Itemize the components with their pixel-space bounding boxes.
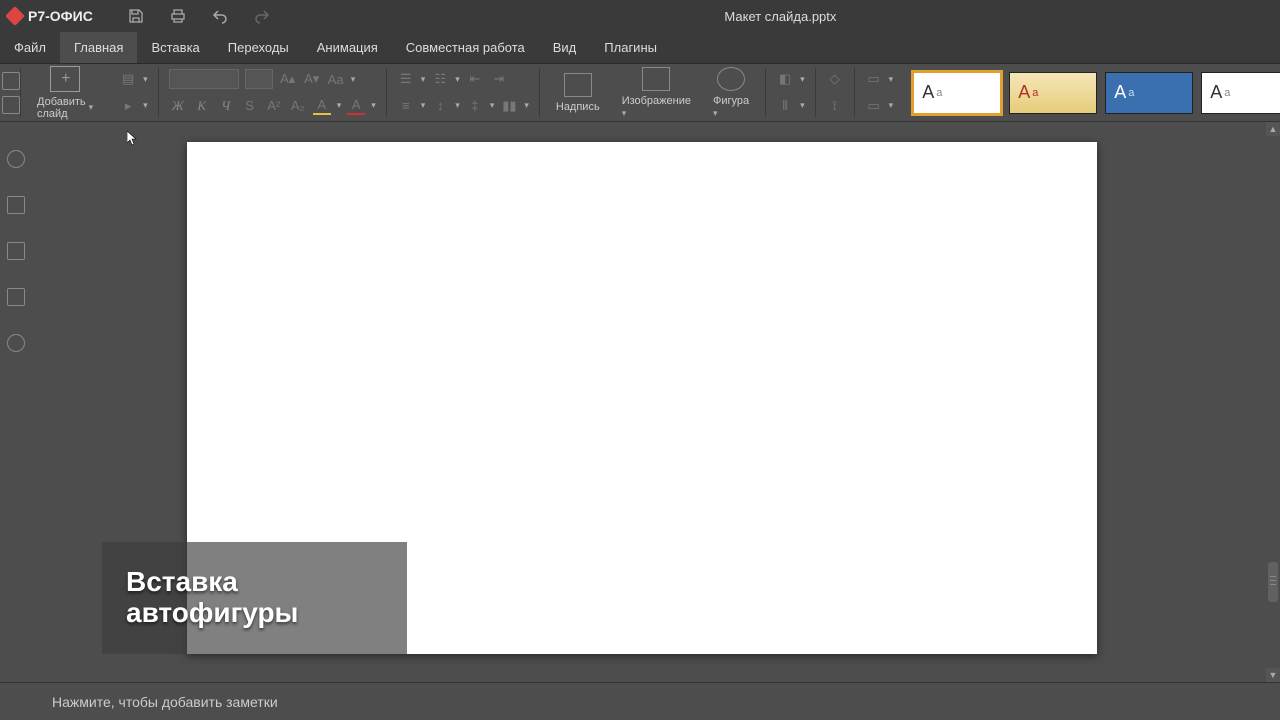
document-title: Макет слайда.pptx (724, 9, 836, 24)
font-size-combo[interactable] (245, 69, 273, 89)
info-icon[interactable] (7, 334, 25, 352)
bullets-icon[interactable]: ☰ (397, 70, 415, 88)
textbox-button[interactable]: Надпись (550, 73, 606, 113)
add-slide-button[interactable]: Добавить слайд▾ (31, 66, 99, 120)
mouse-cursor (127, 131, 139, 152)
chat-icon[interactable] (7, 288, 25, 306)
menu-view[interactable]: Вид (539, 32, 591, 63)
edit-group: ◇ ⟟ (815, 68, 854, 117)
ribbon: Добавить слайд▾ ▤▾ ▸▾ A▴ A▾ Aa▾ Ж К Ч S … (0, 64, 1280, 122)
shape-button[interactable]: Фигура ▾ (707, 67, 755, 119)
scroll-down-icon[interactable]: ▼ (1266, 668, 1280, 682)
theme-thumb-2[interactable]: Aa (1009, 72, 1097, 114)
overlay-line-2: автофигуры (126, 598, 383, 629)
font-group: A▴ A▾ Aa▾ Ж К Ч S A² A₂ A▾ A▾ (158, 68, 386, 117)
valign-icon[interactable]: ↕ (431, 97, 449, 115)
image-button[interactable]: Изображение ▾ (616, 67, 697, 119)
menu-plugins[interactable]: Плагины (590, 32, 671, 63)
logo-icon (5, 6, 25, 26)
menu-file[interactable]: Файл (0, 32, 60, 63)
insert-group: Надпись Изображение ▾ Фигура ▾ (539, 68, 765, 117)
scrollbar-thumb[interactable] (1268, 562, 1278, 602)
paragraph-group: ☰▾ ☷▾ ⇤ ⇥ ≡▾ ↕▾ ‡▾ ▮▮▾ (386, 68, 539, 117)
increase-font-icon[interactable]: A▴ (279, 70, 297, 88)
strike-icon[interactable]: S (241, 97, 259, 115)
menu-insert[interactable]: Вставка (137, 32, 213, 63)
undo-icon[interactable] (211, 7, 229, 25)
slide-group: Добавить слайд▾ (20, 68, 109, 117)
notes-pane[interactable]: Нажмите, чтобы добавить заметки (0, 682, 1280, 720)
slide-size-icon[interactable]: ▭ (865, 70, 883, 88)
textbox-icon (564, 73, 592, 97)
search-icon[interactable] (7, 150, 25, 168)
menu-home[interactable]: Главная (60, 32, 137, 63)
canvas-area: ▲ Вставка автофигуры ▼ (32, 122, 1280, 682)
subscript-icon[interactable]: A₂ (289, 97, 307, 115)
layout-group: ▤ ▾ ▸ ▾ (109, 68, 158, 117)
slides-panel-icon[interactable] (7, 196, 25, 214)
menu-bar: Файл Главная Вставка Переходы Анимация С… (0, 32, 1280, 64)
app-logo: Р7-ОФИС (8, 8, 93, 24)
numbering-icon[interactable]: ☷ (431, 70, 449, 88)
print-icon[interactable] (169, 7, 187, 25)
layout-icon[interactable]: ▤ (119, 70, 137, 88)
workspace: ▲ Вставка автофигуры ▼ (0, 122, 1280, 682)
bold-icon[interactable]: Ж (169, 97, 187, 115)
format-painter-icon[interactable]: ⟟ (826, 97, 844, 115)
line-spacing-icon[interactable]: ‡ (466, 97, 484, 115)
app-name: Р7-ОФИС (28, 8, 93, 24)
indent-icon[interactable]: ⇥ (490, 70, 508, 88)
change-case-icon[interactable]: Aa (327, 70, 345, 88)
theme-thumb-1[interactable]: Aa (913, 72, 1001, 114)
columns-icon[interactable]: ▮▮ (500, 97, 518, 115)
highlight-icon[interactable]: A (313, 97, 331, 115)
scroll-up-icon[interactable]: ▲ (1266, 122, 1280, 136)
font-color-icon[interactable]: A (347, 97, 365, 115)
add-slide-icon (50, 66, 80, 92)
title-bar: Р7-ОФИС Макет слайда.pptx (0, 0, 1280, 32)
theme-thumb-4[interactable]: Aa (1201, 72, 1280, 114)
theme-gallery: Aa Aa Aa Aa (903, 68, 1280, 117)
menu-transitions[interactable]: Переходы (214, 32, 303, 63)
image-label: Изображение (622, 95, 691, 107)
italic-icon[interactable]: К (193, 97, 211, 115)
menu-collaboration[interactable]: Совместная работа (392, 32, 539, 63)
save-icon[interactable] (127, 7, 145, 25)
theme-thumb-3[interactable]: Aa (1105, 72, 1193, 114)
comments-icon[interactable] (7, 242, 25, 260)
slide-color-icon[interactable]: ▭ (865, 97, 883, 115)
arrange-group: ◧▾ ⫴▾ (765, 68, 815, 117)
outdent-icon[interactable]: ⇤ (466, 70, 484, 88)
decrease-font-icon[interactable]: A▾ (303, 70, 321, 88)
textbox-label: Надпись (556, 101, 600, 113)
add-slide-label: Добавить слайд (37, 96, 86, 120)
arrange-icon[interactable]: ◧ (776, 70, 794, 88)
copy-icon[interactable] (2, 72, 20, 90)
play-icon[interactable]: ▸ (119, 97, 137, 115)
underline-icon[interactable]: Ч (217, 97, 235, 115)
font-name-combo[interactable] (169, 69, 239, 89)
notes-placeholder: Нажмите, чтобы добавить заметки (52, 694, 278, 710)
tooltip-overlay: Вставка автофигуры (102, 542, 407, 654)
align-objects-icon[interactable]: ⫴ (776, 97, 794, 115)
chevron-down-icon[interactable]: ▾ (143, 74, 148, 85)
align-icon[interactable]: ≡ (397, 97, 415, 115)
menu-animation[interactable]: Анимация (303, 32, 392, 63)
quick-access-toolbar (127, 7, 271, 25)
shape-icon (717, 67, 745, 91)
clipboard-mini (2, 68, 20, 117)
overlay-line-1: Вставка (126, 567, 383, 598)
chevron-down-icon: ▾ (89, 102, 94, 113)
slide-size-group: ▭▾ ▭▾ (854, 68, 904, 117)
chevron-down-icon[interactable]: ▾ (143, 100, 148, 111)
redo-icon[interactable] (253, 7, 271, 25)
left-rail (0, 122, 32, 682)
image-icon (642, 67, 670, 91)
shape-label: Фигура (713, 95, 749, 107)
superscript-icon[interactable]: A² (265, 97, 283, 115)
paste-icon[interactable] (2, 96, 20, 114)
eraser-icon[interactable]: ◇ (826, 70, 844, 88)
